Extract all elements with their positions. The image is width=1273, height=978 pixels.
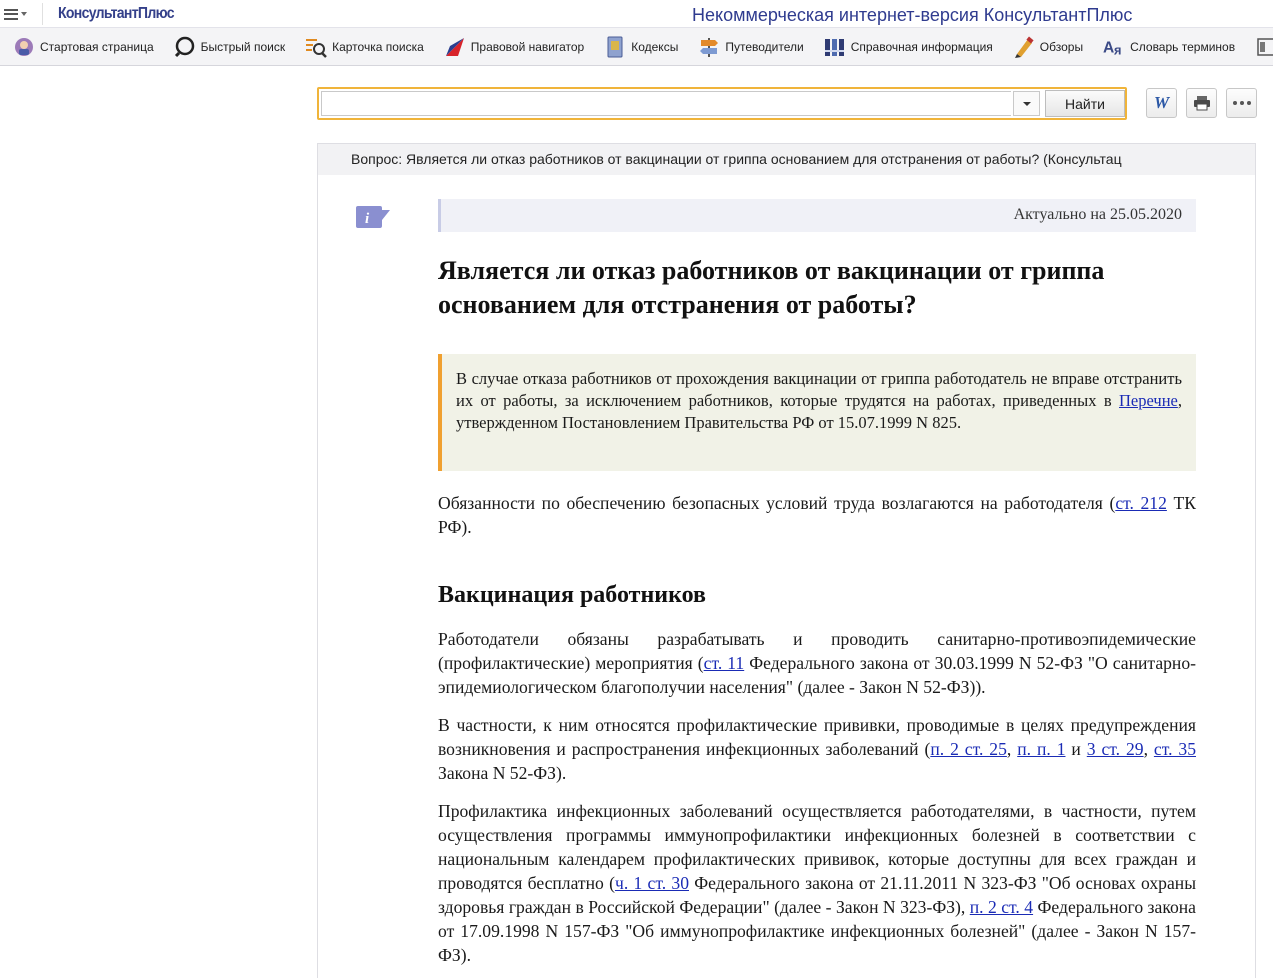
paragraph-3: В частности, к ним относятся профилактич… — [438, 713, 1196, 785]
document-tab-title: Вопрос: Является ли отказ работников от … — [351, 151, 1122, 167]
signpost-icon — [698, 36, 720, 58]
toolbar-glossary[interactable]: Ая Словарь терминов — [1103, 36, 1235, 58]
toolbar-label: Карточка поиска — [332, 39, 424, 54]
caret-down-icon — [21, 12, 27, 16]
search-input[interactable] — [321, 91, 1011, 116]
search-history-dropdown[interactable] — [1013, 91, 1040, 116]
paragraph-text: , — [1006, 739, 1018, 759]
toolbar-label: Обзоры — [1039, 39, 1084, 54]
toolbar-label: Стартовая страница — [40, 39, 154, 54]
books-icon — [824, 36, 846, 58]
link-ch1-st30[interactable]: ч. 1 ст. 30 — [615, 873, 689, 893]
toolbar-quick-search[interactable]: Быстрый поиск — [174, 36, 285, 58]
magnifier-icon — [174, 36, 196, 58]
info-icon[interactable]: i — [356, 206, 390, 228]
paragraph-1: Обязанности по обеспечению безопасных ус… — [438, 491, 1196, 539]
svg-text:я: я — [1114, 42, 1122, 57]
toolbar-label: Быстрый поиск — [200, 39, 286, 54]
chevron-down-icon — [1022, 101, 1031, 106]
link-pp1[interactable]: п. п. 1 — [1017, 739, 1065, 759]
link-p2-st4[interactable]: п. 2 ст. 4 — [970, 897, 1033, 917]
toolbar-codexes[interactable]: Кодексы — [604, 36, 678, 58]
link-st-212[interactable]: ст. 212 — [1115, 493, 1167, 513]
consultant-logo[interactable]: КонсультантПлюс — [58, 5, 175, 23]
toolbar-start-page[interactable]: Стартовая страница — [13, 36, 154, 58]
divider — [42, 3, 43, 25]
printer-icon — [1193, 96, 1210, 111]
word-icon: W — [1153, 93, 1170, 112]
toolbar-label: Путеводители — [725, 39, 804, 54]
main-menu-button[interactable] — [4, 4, 40, 24]
link-st35[interactable]: ст. 35 — [1154, 739, 1196, 759]
search-box: Найти — [317, 87, 1127, 120]
title-bar: КонсультантПлюс Некоммерческая интернет-… — [0, 0, 1273, 28]
note-text: В случае отказа работников от прохождени… — [456, 369, 1182, 410]
export-word-button[interactable]: W — [1146, 88, 1177, 118]
toolbar-guides[interactable]: Путеводители — [698, 36, 804, 58]
find-button[interactable]: Найти — [1045, 90, 1125, 117]
link-3-st29[interactable]: 3 ст. 29 — [1087, 739, 1144, 759]
pen-icon — [1013, 36, 1035, 58]
toolbar-label: Правовой навигатор — [470, 39, 585, 54]
actual-date: Актуально на 25.05.2020 — [1013, 206, 1182, 223]
panel-icon — [1255, 36, 1273, 58]
toolbar-reviews[interactable]: Обзоры — [1013, 36, 1083, 58]
paragraph-text: , — [1143, 739, 1154, 759]
toolbar-label: Справочная информация — [850, 39, 993, 54]
dictionary-icon: Ая — [1103, 36, 1125, 58]
paragraph-text: и — [1065, 739, 1087, 759]
home-icon — [13, 36, 35, 58]
toolbar-reference-info[interactable]: Справочная информация — [824, 36, 993, 58]
more-dots-icon — [1232, 101, 1251, 105]
more-button[interactable] — [1226, 88, 1257, 118]
paragraph-2: Работодатели обязаны разрабатывать и про… — [438, 627, 1196, 699]
note-link-perechen[interactable]: Перечне — [1119, 391, 1178, 410]
document-title: Является ли отказ работников от вакцинац… — [438, 256, 1105, 319]
toolbar-search-card[interactable]: Карточка поиска — [305, 36, 424, 58]
codex-icon — [604, 36, 626, 58]
link-st-11[interactable]: ст. 11 — [704, 653, 745, 673]
actual-date-banner: Актуально на 25.05.2020 — [438, 199, 1196, 232]
toolbar-legal-navigator[interactable]: Правовой навигатор — [444, 36, 584, 58]
toolbar-label: Словарь терминов — [1130, 39, 1236, 54]
navigator-icon — [444, 36, 466, 58]
print-button[interactable] — [1186, 88, 1217, 118]
main-toolbar: Стартовая страница Быстрый поиск Карточк… — [0, 28, 1273, 66]
paragraph-4: Профилактика инфекционных заболеваний ос… — [438, 799, 1196, 967]
toolbar-overflow[interactable] — [1255, 36, 1273, 58]
search-card-icon — [305, 36, 327, 58]
link-p2-st25[interactable]: п. 2 ст. 25 — [930, 739, 1007, 759]
section-heading: Вакцинация работников — [438, 582, 706, 608]
toolbar-label: Кодексы — [631, 39, 679, 54]
app-title: Некоммерческая интернет-версия Консульта… — [692, 5, 1133, 25]
paragraph-text: Закона N 52-ФЗ). — [438, 763, 567, 783]
svg-text:А: А — [1103, 39, 1114, 56]
hamburger-icon — [4, 8, 18, 20]
paragraph-text: Обязанности по обеспечению безопасных ус… — [438, 493, 1116, 513]
document-tab[interactable]: Вопрос: Является ли отказ работников от … — [317, 143, 1256, 175]
summary-note: В случае отказа работников от прохождени… — [438, 354, 1196, 471]
